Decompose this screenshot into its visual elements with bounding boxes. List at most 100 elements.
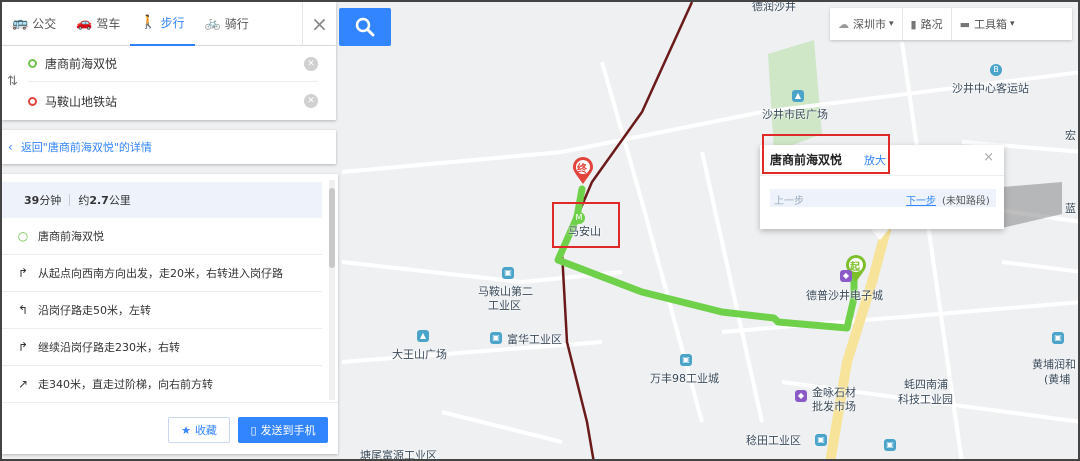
end-marker[interactable]: 终 bbox=[572, 157, 594, 185]
steps-scrollbar[interactable] bbox=[329, 180, 335, 400]
map-label[interactable]: 大王山广场 bbox=[392, 346, 447, 362]
map-label[interactable]: 蚝四南浦 bbox=[904, 376, 948, 392]
duration-value: 39 bbox=[24, 193, 40, 207]
route-steps-panel: 39 分钟 约 2.7 公里 ○ 唐商前海双悦 ↱ 从起点向西南方向出发，走20… bbox=[2, 174, 338, 454]
map-toolbar: ☁ 深圳市 ▾ ▮ 路况 ▬ 工具箱 ▾ bbox=[830, 8, 1072, 40]
clear-start-icon[interactable]: ✕ bbox=[304, 56, 318, 71]
tab-bus[interactable]: 🚌 公交 bbox=[2, 2, 66, 46]
traffic-light-icon: ▮ bbox=[910, 17, 917, 31]
step-item[interactable]: ↰ 沿岗仔路走50米，左转 bbox=[2, 292, 322, 329]
tab-walk[interactable]: 🚶 步行 bbox=[130, 2, 195, 46]
cloud-icon: ☁ bbox=[838, 17, 849, 31]
steps-list: 39 分钟 约 2.7 公里 ○ 唐商前海双悦 ↱ 从起点向西南方向出发，走20… bbox=[2, 182, 322, 403]
tab-bike[interactable]: 🚲 骑行 bbox=[195, 2, 259, 46]
car-icon: 🚗 bbox=[76, 16, 93, 31]
industrial-park-icon[interactable]: ▣ bbox=[1052, 332, 1064, 344]
step-item[interactable]: ○ 唐商前海双悦 bbox=[2, 218, 322, 255]
start-dot-icon bbox=[28, 59, 37, 68]
industrial-park-icon[interactable]: ▣ bbox=[502, 267, 514, 279]
back-to-detail-link[interactable]: ‹ 返回"唐商前海双悦"的详情 bbox=[2, 130, 336, 164]
favorite-button[interactable]: ★ 收藏 bbox=[168, 417, 230, 443]
industrial-park-icon[interactable]: ▣ bbox=[815, 434, 827, 446]
plaza-icon[interactable]: ▲ bbox=[417, 330, 429, 342]
phone-icon: ▯ bbox=[250, 423, 257, 437]
back-link-label: 返回"唐商前海双悦"的详情 bbox=[20, 141, 152, 154]
steps-footer: ★ 收藏 ▯ 发送到手机 bbox=[2, 402, 338, 454]
map-label[interactable]: 德润沙井 bbox=[752, 2, 796, 14]
distance-unit: 公里 bbox=[108, 194, 131, 207]
traffic-button[interactable]: ▮ 路况 bbox=[901, 8, 951, 40]
close-button[interactable]: × bbox=[302, 2, 336, 46]
tab-car[interactable]: 🚗 驾车 bbox=[66, 2, 130, 46]
map-label[interactable]: 沙井中心客运站 bbox=[952, 80, 1029, 96]
map-label[interactable]: 蓝 bbox=[1065, 200, 1076, 216]
turn-left-icon: ↰ bbox=[17, 303, 29, 317]
step-item[interactable]: ↱ 继续沿岗仔路走230米，右转 bbox=[2, 329, 322, 366]
popup-close-icon[interactable]: × bbox=[983, 150, 994, 165]
slight-right-icon: ↗ bbox=[17, 377, 29, 391]
start-input[interactable] bbox=[45, 56, 265, 71]
map-label[interactable]: 沙井市民广场 bbox=[762, 106, 828, 122]
swap-icon[interactable]: ⇅ bbox=[7, 74, 18, 89]
route-summary: 39 分钟 约 2.7 公里 bbox=[2, 182, 322, 218]
city-label: 深圳市 bbox=[853, 18, 886, 31]
clear-end-icon[interactable]: ✕ bbox=[304, 94, 318, 108]
toolbox-icon: ▬ bbox=[959, 17, 970, 31]
popup-divider bbox=[760, 175, 1004, 176]
start-row: ✕ bbox=[28, 46, 318, 82]
search-button[interactable] bbox=[339, 8, 391, 46]
industrial-park-icon[interactable]: ▣ bbox=[884, 439, 896, 451]
star-icon: ★ bbox=[181, 423, 191, 437]
tab-label: 公交 bbox=[32, 17, 57, 31]
walk-icon: 🚶 bbox=[140, 15, 157, 30]
step-item[interactable]: ↱ 从起点向西南方向出发，走20米，右转进入岗仔路 bbox=[2, 255, 322, 292]
chevron-down-icon: ▾ bbox=[1010, 19, 1015, 29]
industrial-park-icon[interactable]: ▣ bbox=[680, 354, 692, 366]
end-input[interactable] bbox=[45, 94, 265, 108]
map-label[interactable]: 工业区 bbox=[488, 297, 521, 313]
map-label[interactable]: 批发市场 bbox=[812, 398, 856, 414]
end-row: ✕ bbox=[28, 83, 318, 119]
map-label[interactable]: 万丰98工业城 bbox=[650, 370, 719, 386]
bus-icon: 🚌 bbox=[12, 16, 29, 31]
route-input-box: ⇅ ✕ ✕ bbox=[2, 46, 336, 120]
step-text: 唐商前海双悦 bbox=[38, 230, 104, 243]
industrial-park-icon[interactable]: ▣ bbox=[490, 332, 502, 344]
city-selector[interactable]: ☁ 深圳市 ▾ bbox=[830, 8, 902, 40]
toolbox-button[interactable]: ▬ 工具箱 ▾ bbox=[950, 8, 1023, 40]
scrollbar-thumb[interactable] bbox=[329, 188, 335, 268]
distance-value: 2.7 bbox=[89, 193, 109, 207]
bike-icon: 🚲 bbox=[204, 16, 221, 31]
map-label[interactable]: 科技工业园 bbox=[898, 391, 953, 407]
travel-mode-bar: 🚌 公交 🚗 驾车 🚶 步行 🚲 骑行 × bbox=[2, 2, 336, 46]
plaza-icon[interactable]: ▲ bbox=[792, 90, 804, 102]
step-text: 沿岗仔路走50米，左转 bbox=[38, 304, 151, 317]
search-icon bbox=[355, 17, 375, 37]
toolbox-label: 工具箱 bbox=[974, 18, 1007, 31]
favorite-label: 收藏 bbox=[194, 424, 217, 437]
market-icon[interactable]: ◆ bbox=[795, 390, 807, 402]
highlight-box-metro bbox=[552, 202, 620, 248]
step-text: 继续沿岗仔路走230米，右转 bbox=[38, 341, 180, 354]
tab-label: 步行 bbox=[160, 16, 185, 30]
step-item[interactable]: ↗ 走340米，直走过阶梯，向右前方转 bbox=[2, 366, 322, 403]
shopping-icon[interactable]: ◆ bbox=[840, 270, 852, 282]
bus-station-icon[interactable]: B bbox=[990, 64, 1002, 76]
map-label[interactable]: 德普沙井电子城 bbox=[806, 287, 883, 303]
send-to-phone-button[interactable]: ▯ 发送到手机 bbox=[238, 417, 328, 443]
distance-prefix: 约 bbox=[78, 194, 90, 207]
traffic-label: 路况 bbox=[920, 18, 943, 31]
tab-label: 骑行 bbox=[224, 17, 249, 31]
map-label[interactable]: 塘尾富源工业区 bbox=[360, 447, 437, 459]
turn-right-icon: ↱ bbox=[17, 266, 29, 280]
end-dot-icon bbox=[28, 96, 37, 106]
next-step-button[interactable]: 下一步 bbox=[906, 192, 936, 207]
close-icon: × bbox=[311, 11, 328, 36]
map-label[interactable]: (黄埔 bbox=[1044, 371, 1070, 387]
map-label[interactable]: 宏 bbox=[1065, 127, 1076, 143]
step-text: 从起点向西南方向出发，走20米，右转进入岗仔路 bbox=[38, 267, 283, 280]
map-label[interactable]: 稔田工业区 bbox=[746, 432, 801, 448]
map-label[interactable]: 黄埔润和 bbox=[1032, 356, 1076, 372]
prev-step-button[interactable]: 上一步 bbox=[774, 192, 804, 207]
map-label[interactable]: 富华工业区 bbox=[507, 331, 562, 347]
